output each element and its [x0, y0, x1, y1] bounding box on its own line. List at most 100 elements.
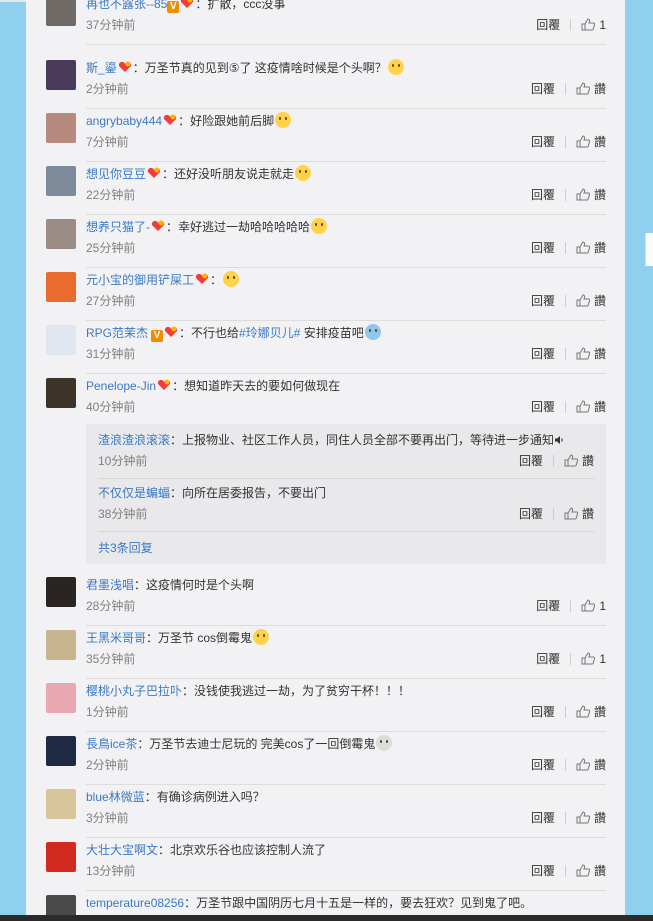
reply-button[interactable]: 回覆: [531, 80, 555, 98]
reply-button[interactable]: 回覆: [531, 345, 555, 363]
comment-time: 2分钟前: [86, 82, 129, 96]
divider: [86, 678, 606, 679]
reply-button[interactable]: 回覆: [531, 292, 555, 310]
reply-button[interactable]: 回覆: [531, 864, 555, 878]
divider: [86, 44, 606, 45]
like-label[interactable]: 讚: [594, 705, 606, 719]
like-label[interactable]: 讚: [594, 758, 606, 772]
commenter-name[interactable]: 斯_鎏: [86, 61, 117, 75]
avatar[interactable]: [46, 630, 76, 660]
like-thumb-icon[interactable]: [576, 135, 590, 148]
avatar[interactable]: [46, 272, 76, 302]
like-thumb-icon[interactable]: [581, 652, 596, 665]
like-thumb-icon[interactable]: [564, 454, 578, 467]
commenter-name[interactable]: blue林微蓝: [86, 790, 145, 804]
reply-item: 不仅仅是蝙蝠：向所在居委报告，不要出门 38分钟前 回覆 讚: [98, 483, 594, 533]
avatar[interactable]: [46, 219, 76, 249]
like-thumb-icon[interactable]: [576, 758, 590, 771]
commenter-name[interactable]: 君墨浅唱: [86, 578, 134, 592]
like-label[interactable]: 讚: [594, 82, 606, 96]
comment-time: 27分钟前: [86, 294, 136, 308]
avatar[interactable]: [46, 895, 76, 915]
like-thumb-icon[interactable]: [576, 82, 590, 95]
avatar[interactable]: [46, 683, 76, 713]
commenter-name[interactable]: 王黑米哥哥: [86, 631, 146, 645]
commenter-name[interactable]: 再也不露张--85: [86, 0, 167, 11]
comment-list: 再也不露张--85 V ：扩散，ccc没事 37分钟前 回覆 1 斯_鎏 ：万圣节真的见…: [26, 0, 625, 915]
commenter-name[interactable]: RPG范茉杰: [86, 326, 148, 340]
avatar[interactable]: [46, 842, 76, 872]
avatar[interactable]: [46, 113, 76, 143]
like-label[interactable]: 讚: [582, 507, 594, 521]
comment-time: 1分钟前: [86, 705, 129, 719]
commenter-name[interactable]: 長鳥ice茶: [86, 737, 137, 751]
replier-name[interactable]: 不仅仅是蝙蝠: [98, 486, 170, 500]
like-thumb-icon[interactable]: [576, 294, 590, 307]
comment-time: 7分钟前: [86, 135, 129, 149]
reply-text: ：向所在居委报告，不要出门: [170, 486, 327, 500]
more-replies-link[interactable]: 共3条回复: [98, 538, 153, 558]
reply-button[interactable]: 回覆: [531, 398, 555, 416]
avatar[interactable]: [46, 60, 76, 90]
avatar[interactable]: [46, 325, 76, 355]
like-label[interactable]: 讚: [594, 188, 606, 202]
reply-time: 10分钟前: [98, 454, 148, 468]
like-thumb-icon[interactable]: [576, 811, 590, 824]
like-label[interactable]: 讚: [594, 135, 606, 149]
comment-text: ：想知道昨天去的要如何做现在: [172, 379, 341, 393]
avatar[interactable]: [46, 378, 76, 408]
hashtag-link[interactable]: #玲娜贝儿#: [239, 326, 300, 340]
reply-button[interactable]: 回覆: [531, 186, 555, 204]
like-label[interactable]: 讚: [594, 294, 606, 308]
comment-time: 28分钟前: [86, 599, 136, 613]
commenter-name[interactable]: 大壮大宝啊文: [86, 843, 158, 857]
reply-button[interactable]: 回覆: [519, 454, 543, 468]
reply-button[interactable]: 回覆: [536, 599, 560, 613]
reply-button[interactable]: 回覆: [531, 705, 555, 719]
like-label[interactable]: 讚: [594, 347, 606, 361]
side-scroll-tab[interactable]: [645, 233, 653, 266]
like-thumb-icon[interactable]: [581, 18, 596, 31]
reply-button[interactable]: 回覆: [531, 811, 555, 825]
like-thumb-icon[interactable]: [576, 347, 590, 360]
reply-button[interactable]: 回覆: [531, 133, 555, 151]
commenter-name[interactable]: angrybaby444: [86, 114, 162, 128]
commenter-name[interactable]: temperature08256: [86, 896, 184, 910]
commenter-name[interactable]: Penelope-Jin: [86, 379, 156, 393]
like-label[interactable]: 讚: [594, 864, 606, 878]
reply-button[interactable]: 回覆: [536, 652, 560, 666]
commenter-name[interactable]: 樱桃小丸子巴拉卟: [86, 684, 182, 698]
reply-button[interactable]: 回覆: [536, 16, 560, 34]
reply-button[interactable]: 回覆: [531, 758, 555, 772]
replier-name[interactable]: 渣浪渣浪滚滚: [98, 433, 170, 447]
like-label[interactable]: 讚: [594, 241, 606, 255]
commenter-name[interactable]: 想养只猫了-: [86, 220, 150, 234]
like-thumb-icon[interactable]: [576, 705, 590, 718]
avatar[interactable]: [46, 789, 76, 819]
like-label[interactable]: 讚: [594, 400, 606, 414]
divider: [86, 267, 606, 268]
avatar[interactable]: [46, 166, 76, 196]
like-thumb-icon[interactable]: [581, 599, 596, 612]
reply-item: 渣浪渣浪滚滚：上报物业、社区工作人员，同住人员全部不要再出门，等待进一步通知 1…: [98, 430, 594, 480]
divider: [98, 478, 594, 479]
comment-actions: 回覆 讚: [531, 345, 606, 363]
avatar[interactable]: [46, 736, 76, 766]
comment-text: ：万圣节真的见到⑤了 这疫情啥时候是个头啊？: [132, 61, 387, 75]
comment-actions: 回覆 1: [536, 16, 606, 34]
divider: [86, 320, 606, 321]
reply-button[interactable]: 回覆: [519, 507, 543, 521]
like-thumb-icon[interactable]: [576, 400, 590, 413]
like-label[interactable]: 讚: [582, 454, 594, 468]
like-thumb-icon[interactable]: [576, 188, 590, 201]
commenter-name[interactable]: 元小宝的御用铲屎工: [86, 273, 194, 287]
avatar[interactable]: [46, 0, 76, 26]
like-thumb-icon[interactable]: [576, 241, 590, 254]
avatar[interactable]: [46, 577, 76, 607]
commenter-name[interactable]: 想见你豆豆: [86, 167, 146, 181]
like-thumb-icon[interactable]: [576, 864, 590, 877]
dog-emoji-icon: [253, 629, 270, 645]
like-label[interactable]: 讚: [594, 811, 606, 825]
reply-button[interactable]: 回覆: [531, 239, 555, 257]
like-thumb-icon[interactable]: [564, 507, 578, 520]
